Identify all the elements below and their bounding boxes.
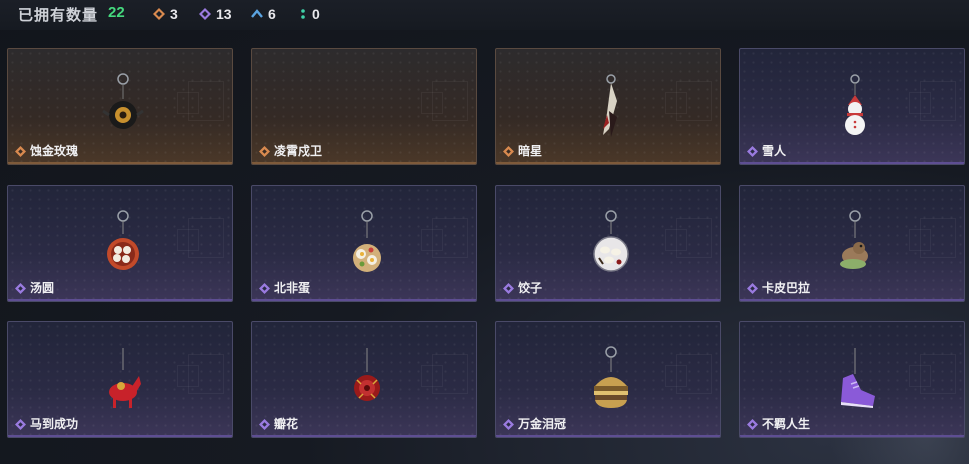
stat-orange: 3 (153, 5, 178, 23)
horse-charm-icon (109, 348, 141, 408)
stat-blue: 6 (251, 5, 276, 23)
item-name: 汤圆 (30, 281, 55, 295)
header-bar: 已拥有数量 22 3 13 6 0 (0, 0, 969, 30)
purple-diamond-icon (15, 419, 26, 430)
item-card[interactable]: 雪人 (739, 48, 965, 165)
stat-purple: 13 (199, 5, 232, 23)
shakshuka-charm-icon (353, 210, 381, 272)
item-name: 瓣花 (274, 417, 299, 431)
item-card[interactable]: 马到成功 (7, 321, 233, 438)
snowman-charm-icon (845, 74, 865, 135)
item-card[interactable]: 不羁人生 (739, 321, 965, 438)
sneaker-charm-icon (841, 348, 875, 408)
item-card[interactable]: 汤圆 (7, 185, 233, 302)
gold-rose-charm-icon (102, 73, 144, 129)
item-name: 暗星 (518, 144, 543, 158)
item-card[interactable]: 万金泪冠 (495, 321, 721, 438)
purple-diamond-icon (503, 419, 514, 430)
owned-count: 22 (108, 4, 125, 21)
burger-charm-icon (594, 346, 628, 408)
purple-diamond-icon (259, 283, 270, 294)
purple-diamond-icon (199, 8, 211, 20)
purple-diamond-icon (503, 283, 514, 294)
blue-chevron-icon (251, 9, 263, 18)
purple-diamond-icon (259, 419, 270, 430)
purple-diamond-icon (747, 283, 758, 294)
owned-label: 已拥有数量 (18, 7, 99, 24)
purple-diamond-icon (747, 419, 758, 430)
item-name: 马到成功 (30, 417, 79, 431)
item-card[interactable]: 蚀金玫瑰 (7, 48, 233, 165)
item-card[interactable]: 暗星 (495, 48, 721, 165)
orange-diamond-icon (15, 146, 26, 157)
item-name: 不羁人生 (762, 417, 811, 431)
red-flower-charm-icon (354, 348, 380, 401)
stat-orange-value: 3 (170, 6, 178, 22)
stat-purple-value: 13 (216, 6, 232, 22)
purple-diamond-icon (747, 146, 758, 157)
item-card[interactable]: 卡皮巴拉 (739, 185, 965, 302)
purple-diamond-icon (15, 283, 26, 294)
item-name: 北非蛋 (274, 281, 311, 295)
item-name: 饺子 (518, 281, 543, 295)
orange-diamond-icon (153, 8, 165, 20)
item-name: 凌霄戍卫 (274, 144, 323, 158)
tangyuan-charm-icon (107, 210, 139, 270)
capybara-charm-icon (840, 210, 868, 269)
stat-teal-value: 0 (312, 6, 320, 22)
item-name: 雪人 (762, 144, 787, 158)
item-card[interactable]: 北非蛋 (251, 185, 477, 302)
item-name: 万金泪冠 (518, 417, 567, 431)
item-card[interactable]: 饺子 (495, 185, 721, 302)
stat-teal: 0 (299, 5, 320, 23)
orange-diamond-icon (259, 146, 270, 157)
item-name: 蚀金玫瑰 (30, 144, 79, 158)
item-card[interactable]: 瓣花 (251, 321, 477, 438)
teal-dots-icon (301, 9, 305, 19)
dumpling-charm-icon (593, 210, 629, 272)
dark-star-charm-icon (603, 74, 617, 137)
item-card[interactable]: 凌霄戍卫 (251, 48, 477, 165)
item-name: 卡皮巴拉 (762, 281, 811, 295)
stat-blue-value: 6 (268, 6, 276, 22)
orange-diamond-icon (503, 146, 514, 157)
